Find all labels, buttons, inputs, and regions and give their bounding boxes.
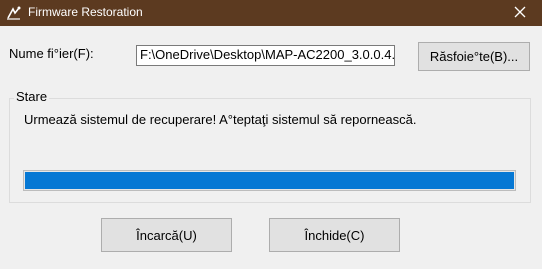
status-group-label: Stare	[14, 89, 50, 104]
title-bar[interactable]: Firmware Restoration	[0, 0, 542, 26]
window-title: Firmware Restoration	[28, 5, 143, 19]
close-icon	[514, 6, 526, 21]
file-path-input[interactable]: F:\OneDrive\Desktop\MAP-AC2200_3.0.0.4.	[136, 45, 395, 66]
upload-button[interactable]: Încarcă(U)	[101, 218, 232, 252]
file-name-label: Nume fi°ier(F):	[9, 46, 94, 61]
window-close-button[interactable]	[498, 0, 542, 26]
progress-fill	[25, 172, 514, 189]
progress-bar	[23, 170, 516, 191]
browse-button[interactable]: Răsfoie°te(B)...	[418, 42, 530, 71]
firmware-restoration-window: Firmware Restoration Nume fi°ier(F): F:\…	[0, 0, 542, 269]
status-message: Urmează sistemul de recuperare! A°teptaţ…	[24, 112, 417, 127]
close-button[interactable]: Închide(C)	[269, 218, 400, 252]
app-icon	[6, 5, 22, 21]
